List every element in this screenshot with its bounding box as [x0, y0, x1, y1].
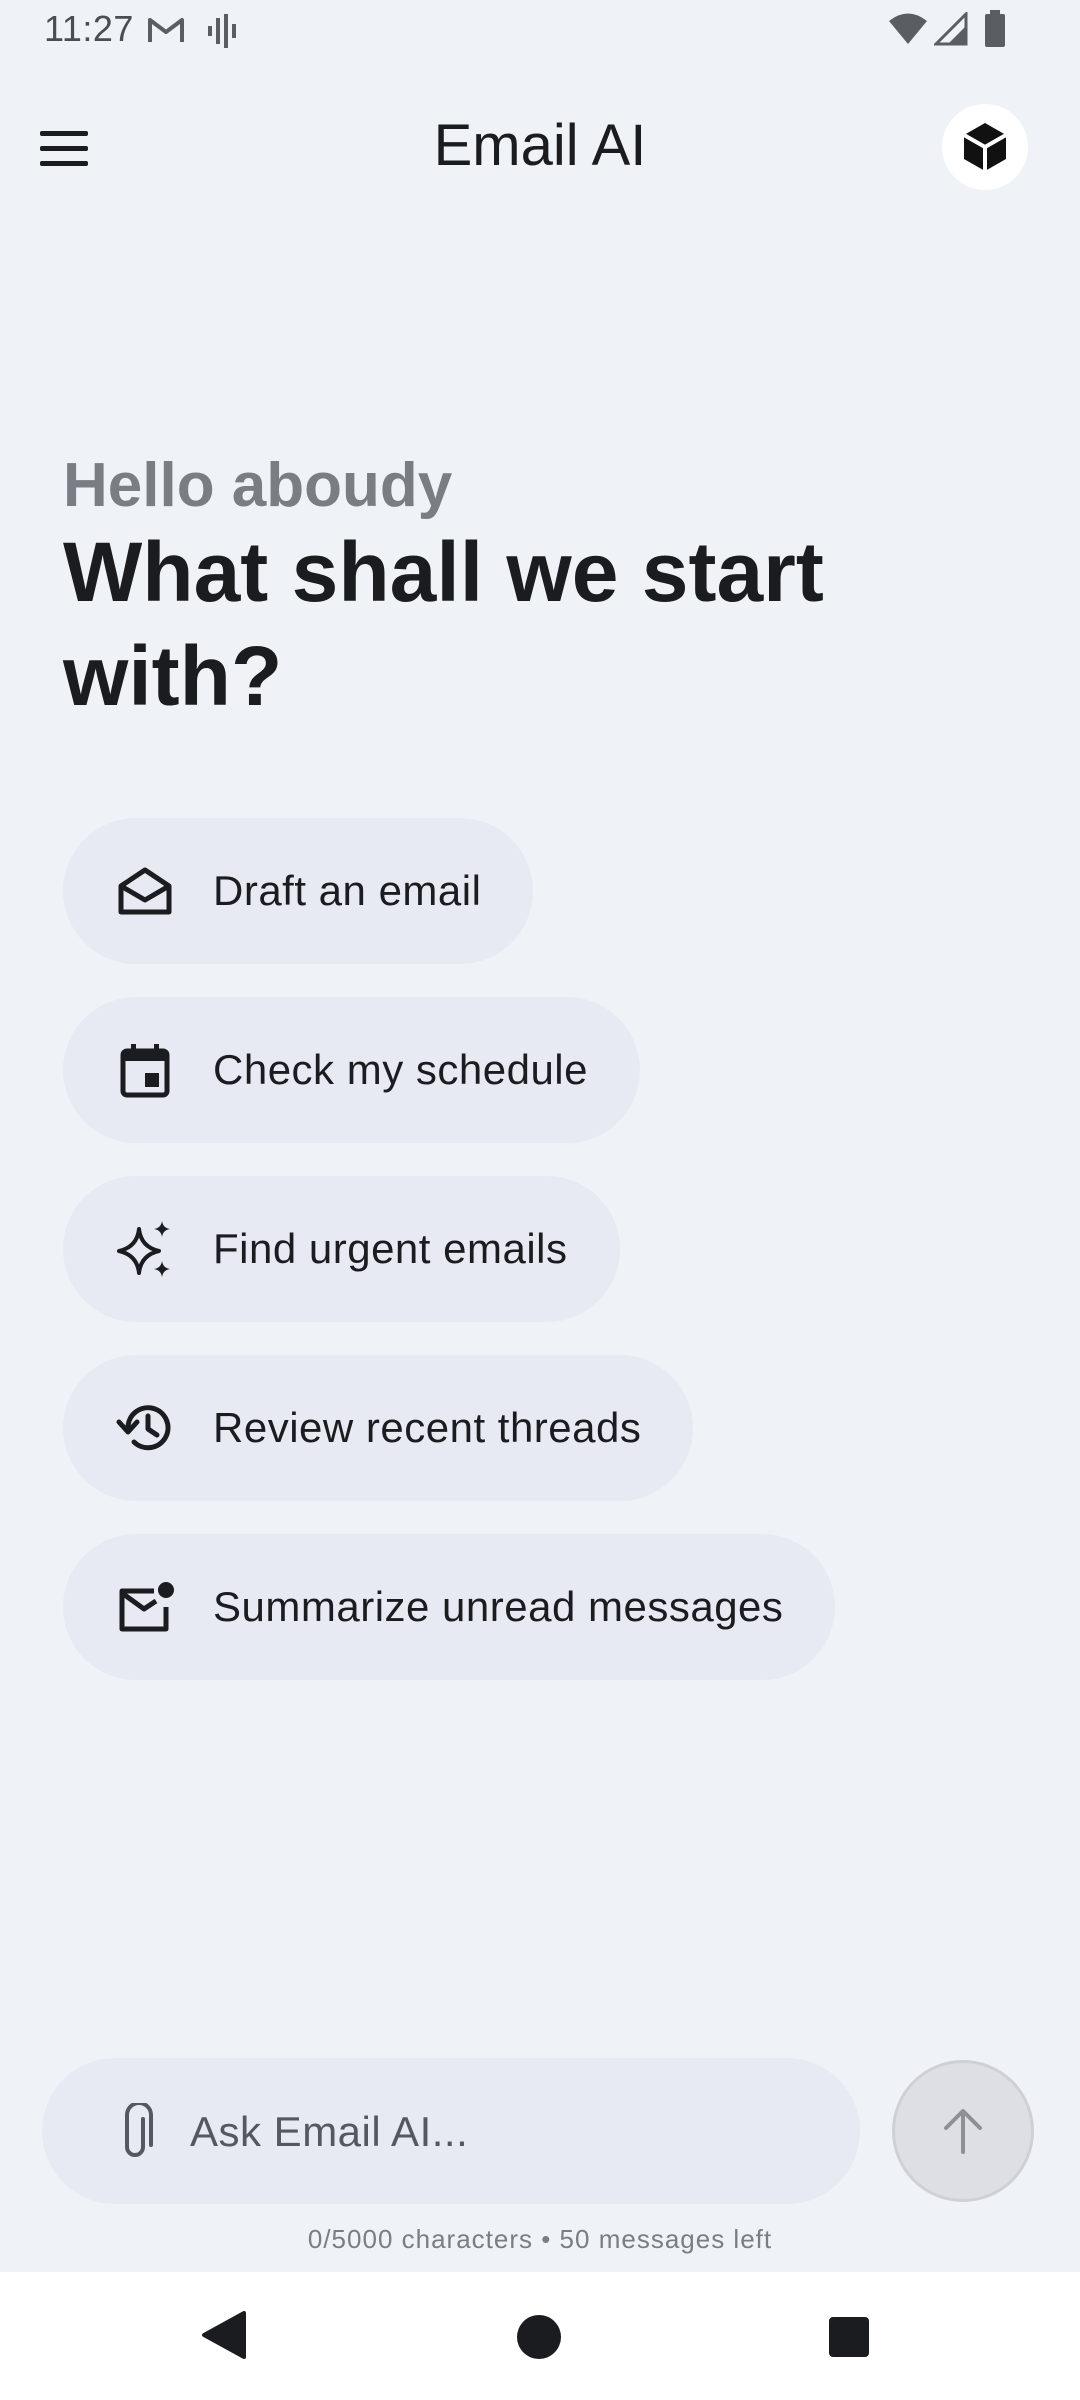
- suggestion-summarize-unread[interactable]: Summarize unread messages: [63, 1534, 836, 1680]
- account-button[interactable]: [942, 104, 1028, 190]
- top-app-bar: Email AI: [0, 100, 1080, 196]
- calendar-icon: [115, 1040, 175, 1100]
- signal-icon: [932, 10, 968, 51]
- ask-input[interactable]: [188, 2094, 832, 2170]
- suggestion-label: Review recent threads: [213, 1404, 642, 1451]
- mail-unread-icon: [115, 1577, 175, 1637]
- back-icon[interactable]: [200, 2310, 248, 2365]
- battery-icon: [984, 10, 1006, 53]
- cube-icon: [963, 123, 1007, 171]
- character-counter: 0/5000 characters • 50 messages left: [307, 2224, 773, 2254]
- paperclip-icon: [125, 2103, 153, 2157]
- recents-icon[interactable]: [828, 2316, 870, 2363]
- send-button[interactable]: [892, 2060, 1034, 2202]
- suggestion-label: Summarize unread messages: [213, 1583, 784, 1630]
- envelope-open-icon: [115, 861, 175, 921]
- home-icon[interactable]: [516, 2314, 562, 2365]
- email-ai-screen: 11:27 Email AI Hello aboudy What shall w…: [0, 0, 1080, 2400]
- suggestion-find-urgent[interactable]: Find urgent emails: [63, 1176, 620, 1322]
- status-bar: 11:27: [0, 0, 1080, 64]
- gmail-icon: [146, 14, 186, 51]
- attach-button[interactable]: [100, 2098, 170, 2168]
- history-icon: [115, 1398, 175, 1458]
- status-time: 11:27: [44, 8, 134, 49]
- suggestion-label: Find urgent emails: [213, 1225, 568, 1272]
- suggestion-label: Draft an email: [213, 867, 482, 914]
- suggestion-review-threads[interactable]: Review recent threads: [63, 1355, 694, 1501]
- greeting-text: Hello aboudy: [63, 451, 453, 520]
- headline: What shall we start with?: [63, 525, 824, 723]
- arrow-up-icon: [944, 2109, 982, 2154]
- voice-icon: [206, 12, 240, 55]
- system-nav-bar: [0, 2272, 1080, 2400]
- app-title: Email AI: [433, 113, 647, 178]
- wifi-icon: [888, 12, 928, 51]
- sparkle-icon: [115, 1219, 175, 1279]
- suggestion-check-schedule[interactable]: Check my schedule: [63, 997, 640, 1143]
- suggestion-label: Check my schedule: [213, 1046, 588, 1093]
- suggestion-draft-email[interactable]: Draft an email: [63, 818, 534, 964]
- message-composer: [42, 2058, 860, 2204]
